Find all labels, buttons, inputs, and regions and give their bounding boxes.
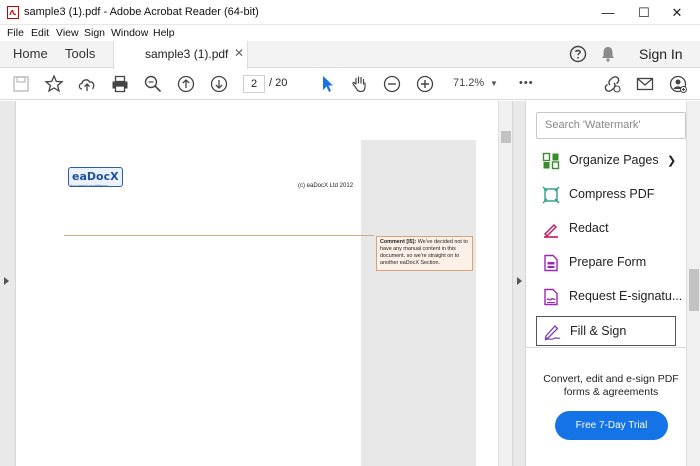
tool-organize-pages[interactable]: Organize Pages ❯	[536, 146, 676, 176]
zoom-dropdown-icon[interactable]: ▼	[490, 79, 498, 88]
tool-redact[interactable]: Redact	[536, 214, 676, 244]
main-toolbar: 2 / 20 71.2% ▼ •••	[0, 69, 700, 100]
redact-icon	[544, 224, 558, 238]
menu-file[interactable]: File	[7, 27, 24, 39]
tool-label: Compress PDF	[569, 187, 655, 201]
document-viewport[interactable]: eaDocX document excellence (c) eaDocX Lt…	[16, 101, 498, 466]
tab-bar: Home Tools sample3 (1).pdf ✕ Sign In	[0, 41, 700, 69]
tools-search-input[interactable]: Search 'Watermark'	[536, 112, 686, 139]
sign-in-button[interactable]: Sign In	[639, 46, 683, 62]
help-icon[interactable]	[569, 45, 587, 63]
tool-label: Prepare Form	[569, 255, 647, 269]
select-cursor-icon[interactable]	[318, 74, 338, 94]
upload-cloud-icon[interactable]	[77, 74, 97, 94]
tool-fill-sign[interactable]: Fill & Sign	[536, 316, 676, 346]
tool-request-esignature[interactable]: Request E-signatu...	[536, 282, 682, 312]
zoom-in-icon[interactable]	[415, 74, 435, 94]
comment-margin	[361, 140, 476, 466]
comment-leader-line	[64, 235, 374, 236]
prepare-form-icon	[544, 254, 558, 272]
close-icon: ✕	[671, 4, 683, 20]
compress-pdf-icon	[542, 186, 560, 204]
free-trial-button[interactable]: Free 7-Day Trial	[555, 411, 668, 440]
menu-view[interactable]: View	[56, 27, 79, 39]
minimize-icon: —	[601, 5, 615, 20]
tab-document[interactable]: sample3 (1).pdf ✕	[113, 41, 248, 69]
tool-compress-pdf[interactable]: Compress PDF	[536, 180, 676, 210]
expand-left-pane-icon	[4, 277, 9, 285]
bookmark-star-icon[interactable]	[44, 74, 64, 94]
tools-scroll-thumb[interactable]	[689, 269, 699, 311]
tool-prepare-form[interactable]: Prepare Form	[536, 248, 676, 278]
previous-page-icon[interactable]	[176, 74, 196, 94]
hand-tool-icon[interactable]	[350, 74, 370, 94]
tool-label: Organize Pages	[569, 153, 659, 167]
right-pane-toggle[interactable]	[512, 101, 526, 466]
document-scroll-thumb[interactable]	[501, 131, 511, 143]
window-title: sample3 (1).pdf - Adobe Acrobat Reader (…	[24, 6, 259, 18]
menu-bar: File Edit View Sign Window Help	[0, 25, 700, 41]
tool-label: Fill & Sign	[570, 324, 627, 338]
comment-annotation[interactable]: Comment [I5]: We've decided not to have …	[376, 236, 473, 271]
close-tab-icon[interactable]: ✕	[234, 46, 244, 60]
zoom-level[interactable]: 71.2%	[453, 77, 484, 89]
left-pane-toggle[interactable]	[0, 101, 16, 466]
document-tab-label: sample3 (1).pdf	[145, 47, 229, 61]
share-link-icon[interactable]	[602, 74, 622, 94]
print-icon[interactable]	[110, 74, 130, 94]
page-number-input[interactable]: 2	[243, 75, 265, 93]
tab-home[interactable]: Home	[13, 46, 48, 61]
menu-help[interactable]: Help	[153, 27, 175, 39]
tool-label: Redact	[569, 221, 609, 235]
tool-label: Request E-signatu...	[569, 289, 683, 303]
close-window-button[interactable]: ✕	[654, 0, 700, 25]
maximize-icon: ☐	[638, 4, 650, 20]
tools-divider	[526, 347, 686, 348]
collapse-right-pane-icon	[517, 277, 522, 285]
menu-window[interactable]: Window	[111, 27, 148, 39]
add-user-icon[interactable]	[668, 74, 688, 94]
comment-title: Comment [I5]:	[380, 239, 417, 245]
organize-pages-icon	[542, 152, 560, 170]
menu-sign[interactable]: Sign	[84, 27, 105, 39]
notifications-bell-icon[interactable]	[600, 45, 616, 63]
logo-text: eaDocX	[72, 170, 119, 183]
fill-sign-icon	[544, 325, 561, 341]
title-bar: sample3 (1).pdf - Adobe Acrobat Reader (…	[0, 0, 700, 25]
logo-tagline: document excellence	[70, 183, 108, 188]
next-page-icon[interactable]	[209, 74, 229, 94]
promo-text: Convert, edit and e-sign PDF forms & agr…	[543, 373, 679, 398]
document-scrollbar[interactable]	[498, 101, 512, 466]
chevron-down-icon[interactable]: ❯	[667, 154, 676, 167]
tools-scrollbar[interactable]	[686, 101, 700, 466]
zoom-out-icon[interactable]	[382, 74, 402, 94]
page-total: / 20	[269, 77, 288, 89]
email-icon[interactable]	[635, 74, 655, 94]
acrobat-app-icon	[7, 6, 19, 19]
menu-edit[interactable]: Edit	[31, 27, 49, 39]
more-tools-icon[interactable]: •••	[519, 77, 534, 89]
copyright-text: (c) eaDocX Ltd 2012	[298, 183, 354, 189]
tools-pane: Search 'Watermark' Organize Pages ❯ Comp…	[526, 101, 686, 466]
request-esignature-icon	[544, 288, 558, 306]
tab-tools[interactable]: Tools	[65, 46, 95, 61]
save-icon[interactable]	[11, 74, 31, 94]
zoom-search-icon[interactable]	[143, 74, 163, 94]
